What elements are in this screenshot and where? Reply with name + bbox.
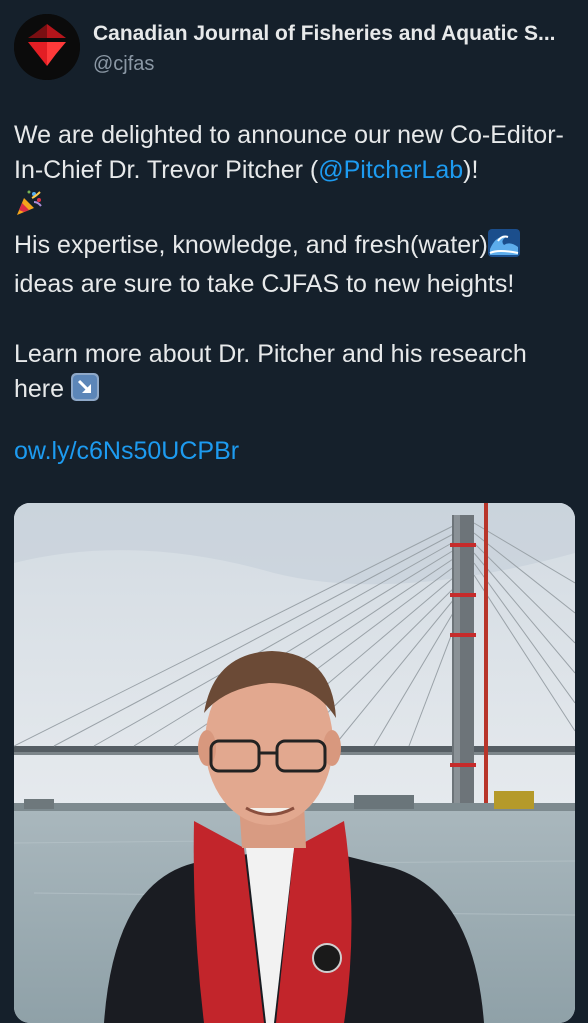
tweet-text-line: )! xyxy=(463,156,479,184)
avatar[interactable] xyxy=(14,14,80,80)
down-right-arrow-icon xyxy=(71,373,99,411)
cjfas-logo-icon xyxy=(14,14,80,80)
tweet-text-line: His expertise, knowledge, and fresh(wate… xyxy=(14,231,488,259)
tweet-text: We are delighted to announce our new Co-… xyxy=(14,118,579,411)
tweet-paragraph-2: His expertise, knowledge, and fresh(wate… xyxy=(14,228,579,302)
tweet-text-line: ideas are sure to take CJFAS to new heig… xyxy=(14,270,515,298)
portrait-photo-image xyxy=(14,503,575,1023)
tweet-paragraph-1: We are delighted to announce our new Co-… xyxy=(14,118,579,228)
party-popper-icon xyxy=(14,188,44,228)
author-handle[interactable]: @cjfas xyxy=(93,53,154,76)
mention-link[interactable]: @PitcherLab xyxy=(318,156,463,184)
tweet-link[interactable]: ow.ly/c6Ns50UCPBr xyxy=(14,437,239,465)
water-wave-icon xyxy=(487,229,520,267)
tweet-paragraph-3: Learn more about Dr. Pitcher and his res… xyxy=(14,337,579,411)
tweet-text-line: We are delighted to announce our new Co-… xyxy=(14,121,564,184)
tweet-header: Canadian Journal of Fisheries and Aquati… xyxy=(0,0,588,100)
tweet-photo[interactable] xyxy=(14,503,575,1023)
author-name[interactable]: Canadian Journal of Fisheries and Aquati… xyxy=(93,22,577,46)
